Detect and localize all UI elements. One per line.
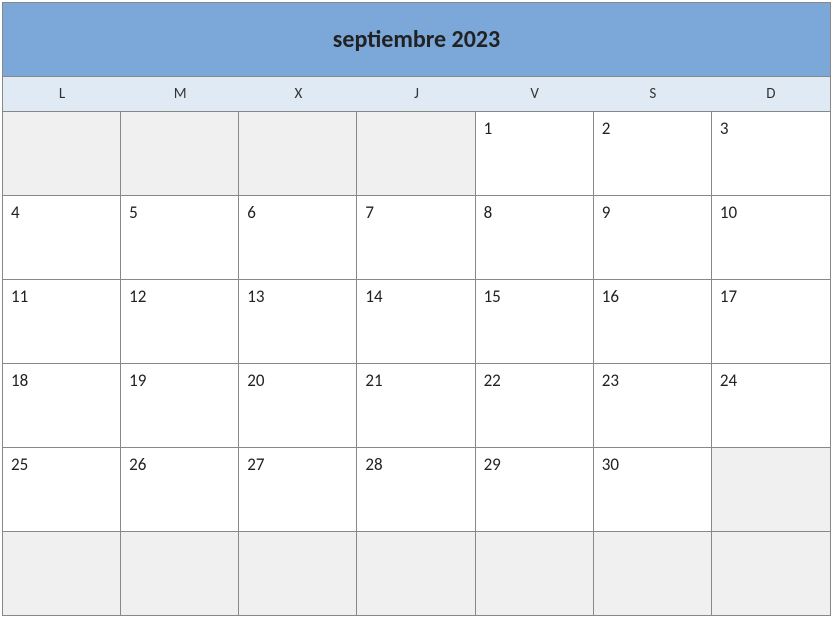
day-cell: 23 xyxy=(594,364,712,447)
day-cell: 28 xyxy=(357,448,475,531)
day-cell: 8 xyxy=(476,196,594,279)
day-cell xyxy=(712,448,830,531)
day-header-fri: V xyxy=(476,77,594,111)
day-cell: 11 xyxy=(3,280,121,363)
day-cell: 9 xyxy=(594,196,712,279)
day-cell: 15 xyxy=(476,280,594,363)
day-cell: 5 xyxy=(121,196,239,279)
calendar: septiembre 2023 L M X J V S D 1 2 3 4 5 … xyxy=(2,2,831,616)
day-cell: 29 xyxy=(476,448,594,531)
day-cell: 4 xyxy=(3,196,121,279)
day-cell: 18 xyxy=(3,364,121,447)
week-row: 4 5 6 7 8 9 10 xyxy=(3,195,830,279)
day-header-wed: X xyxy=(239,77,357,111)
week-row: 1 2 3 xyxy=(3,111,830,195)
day-cell: 30 xyxy=(594,448,712,531)
day-cell: 16 xyxy=(594,280,712,363)
day-cell: 24 xyxy=(712,364,830,447)
day-header-sun: D xyxy=(712,77,830,111)
day-headers-row: L M X J V S D xyxy=(3,77,830,111)
day-cell xyxy=(239,532,357,615)
day-cell xyxy=(3,112,121,195)
week-row: 11 12 13 14 15 16 17 xyxy=(3,279,830,363)
day-cell: 21 xyxy=(357,364,475,447)
day-cell xyxy=(121,532,239,615)
day-cell xyxy=(712,532,830,615)
day-cell xyxy=(357,532,475,615)
day-cell: 19 xyxy=(121,364,239,447)
day-header-tue: M xyxy=(121,77,239,111)
day-cell xyxy=(239,112,357,195)
day-cell: 3 xyxy=(712,112,830,195)
day-cell: 20 xyxy=(239,364,357,447)
day-cell: 12 xyxy=(121,280,239,363)
calendar-title: septiembre 2023 xyxy=(3,3,830,77)
day-cell: 1 xyxy=(476,112,594,195)
day-cell: 27 xyxy=(239,448,357,531)
day-cell xyxy=(594,532,712,615)
day-cell: 26 xyxy=(121,448,239,531)
day-cell: 13 xyxy=(239,280,357,363)
week-row: 18 19 20 21 22 23 24 xyxy=(3,363,830,447)
day-header-mon: L xyxy=(3,77,121,111)
day-cell: 17 xyxy=(712,280,830,363)
day-cell xyxy=(121,112,239,195)
week-row xyxy=(3,531,830,615)
day-cell: 14 xyxy=(357,280,475,363)
day-cell: 10 xyxy=(712,196,830,279)
day-header-thu: J xyxy=(357,77,475,111)
day-cell: 22 xyxy=(476,364,594,447)
day-cell xyxy=(476,532,594,615)
calendar-grid: 1 2 3 4 5 6 7 8 9 10 11 12 13 14 15 16 1… xyxy=(3,111,830,615)
day-cell: 6 xyxy=(239,196,357,279)
day-header-sat: S xyxy=(594,77,712,111)
day-cell xyxy=(3,532,121,615)
day-cell: 25 xyxy=(3,448,121,531)
day-cell xyxy=(357,112,475,195)
day-cell: 7 xyxy=(357,196,475,279)
day-cell: 2 xyxy=(594,112,712,195)
week-row: 25 26 27 28 29 30 xyxy=(3,447,830,531)
